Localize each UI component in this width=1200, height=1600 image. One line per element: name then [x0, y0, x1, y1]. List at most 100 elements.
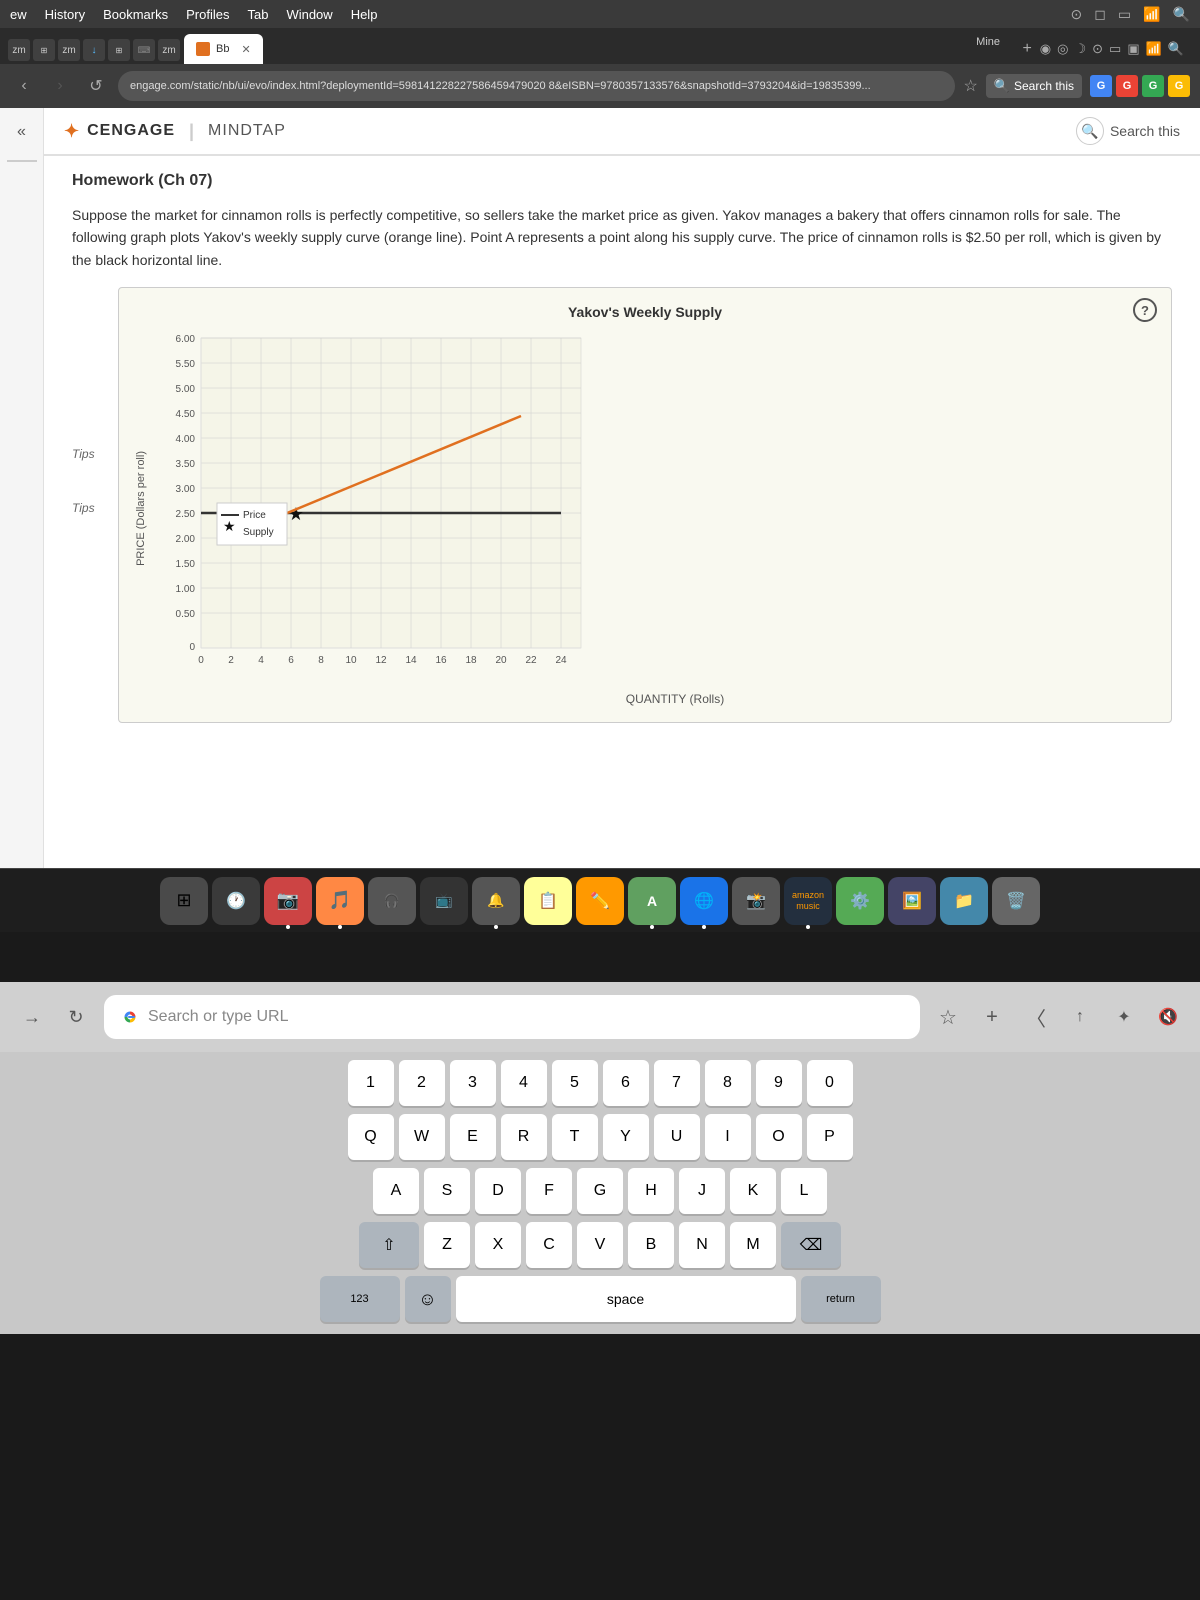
- g-icon-4[interactable]: G: [1168, 75, 1190, 97]
- question-mark-button[interactable]: ?: [1133, 298, 1157, 322]
- search-this-button[interactable]: 🔍 Search this: [986, 74, 1082, 98]
- bookmark-tab-2[interactable]: ⊞: [33, 39, 55, 61]
- browser-action-2[interactable]: ◎: [1057, 41, 1068, 57]
- key-q[interactable]: Q: [348, 1114, 394, 1160]
- bookmark-tab-4[interactable]: ↓: [83, 39, 105, 61]
- dock-unknown2[interactable]: 🖼️: [888, 877, 936, 925]
- key-k[interactable]: K: [730, 1168, 776, 1214]
- forward-button[interactable]: ›: [46, 72, 74, 100]
- browser-action-3[interactable]: ⊙: [1092, 41, 1103, 57]
- bottom-refresh-btn[interactable]: ↻: [60, 1001, 92, 1033]
- reload-button[interactable]: ↺: [82, 72, 110, 100]
- bookmark-tab-6[interactable]: ⌨: [133, 39, 155, 61]
- dock-unknown1[interactable]: ⚙️: [836, 877, 884, 925]
- key-7[interactable]: 7: [654, 1060, 700, 1106]
- g-icon-3[interactable]: G: [1142, 75, 1164, 97]
- key-d[interactable]: D: [475, 1168, 521, 1214]
- search-header-button[interactable]: 🔍 Search this: [1076, 117, 1180, 145]
- dock-recents[interactable]: 🕐: [212, 877, 260, 925]
- key-return[interactable]: return: [801, 1276, 881, 1322]
- key-w[interactable]: W: [399, 1114, 445, 1160]
- dock-pencil[interactable]: ✏️: [576, 877, 624, 925]
- bottom-add-btn[interactable]: +: [976, 1001, 1008, 1033]
- menu-item-tab[interactable]: Tab: [247, 7, 268, 22]
- key-delete[interactable]: ⌫: [781, 1222, 841, 1268]
- dock-folder[interactable]: 📁: [940, 877, 988, 925]
- key-1[interactable]: 1: [348, 1060, 394, 1106]
- search-bar-icon[interactable]: 🔍: [1168, 41, 1184, 57]
- key-i[interactable]: I: [705, 1114, 751, 1160]
- dock-notes[interactable]: 📋: [524, 877, 572, 925]
- bottom-mute-btn[interactable]: 🔇: [1152, 1001, 1184, 1033]
- key-h[interactable]: H: [628, 1168, 674, 1214]
- bookmark-tab-1[interactable]: zm: [8, 39, 30, 61]
- bottom-back-btn[interactable]: →: [16, 1001, 48, 1033]
- dock-appletv[interactable]: 📺: [420, 877, 468, 925]
- key-9[interactable]: 9: [756, 1060, 802, 1106]
- key-x[interactable]: X: [475, 1222, 521, 1268]
- tips-label-2[interactable]: Tips: [72, 501, 108, 515]
- dock-headphone[interactable]: 🎧: [368, 877, 416, 925]
- key-b[interactable]: B: [628, 1222, 674, 1268]
- browser-action-1[interactable]: ◉: [1040, 41, 1051, 57]
- dock-camera[interactable]: 📸: [732, 877, 780, 925]
- dock-text[interactable]: A: [628, 877, 676, 925]
- key-space[interactable]: space: [456, 1276, 796, 1322]
- key-u[interactable]: U: [654, 1114, 700, 1160]
- menu-item-ew[interactable]: ew: [10, 7, 27, 22]
- dock-amazon-music[interactable]: amazonmusic: [784, 877, 832, 925]
- search-menu-icon[interactable]: 🔍: [1173, 6, 1190, 23]
- bookmark-tab-3[interactable]: zm: [58, 39, 80, 61]
- dock-launchpad[interactable]: ⊞: [160, 877, 208, 925]
- bookmark-star-icon[interactable]: ☆: [963, 76, 977, 96]
- back-button[interactable]: ‹: [10, 72, 38, 100]
- key-6[interactable]: 6: [603, 1060, 649, 1106]
- key-a[interactable]: A: [373, 1168, 419, 1214]
- bottom-back2-btn[interactable]: 〈: [1020, 1001, 1052, 1033]
- key-o[interactable]: O: [756, 1114, 802, 1160]
- sidebar-toggle[interactable]: «: [6, 116, 38, 148]
- key-t[interactable]: T: [552, 1114, 598, 1160]
- key-3[interactable]: 3: [450, 1060, 496, 1106]
- key-s[interactable]: S: [424, 1168, 470, 1214]
- key-r[interactable]: R: [501, 1114, 547, 1160]
- dock-notifications[interactable]: 🔔: [472, 877, 520, 925]
- active-tab[interactable]: Bb ✕: [184, 34, 263, 64]
- menu-item-window[interactable]: Window: [286, 7, 332, 22]
- key-0[interactable]: 0: [807, 1060, 853, 1106]
- bottom-search-bar[interactable]: Search or type URL: [104, 995, 920, 1039]
- menu-item-bookmarks[interactable]: Bookmarks: [103, 7, 168, 22]
- bookmark-tab-5[interactable]: ⊞: [108, 39, 130, 61]
- key-e[interactable]: E: [450, 1114, 496, 1160]
- key-8[interactable]: 8: [705, 1060, 751, 1106]
- key-n[interactable]: N: [679, 1222, 725, 1268]
- key-emoji[interactable]: ☺: [405, 1276, 451, 1322]
- bottom-settings-btn[interactable]: ✦: [1108, 1001, 1140, 1033]
- key-shift[interactable]: ⇧: [359, 1222, 419, 1268]
- browser-action-5[interactable]: ▣: [1127, 41, 1139, 57]
- key-g[interactable]: G: [577, 1168, 623, 1214]
- dock-safari[interactable]: 🌐: [680, 877, 728, 925]
- dock-photos[interactable]: 📷: [264, 877, 312, 925]
- menu-item-history[interactable]: History: [45, 7, 85, 22]
- bookmark-tab-7[interactable]: zm: [158, 39, 180, 61]
- g-icon-2[interactable]: G: [1116, 75, 1138, 97]
- new-tab-btn[interactable]: +: [1022, 40, 1031, 58]
- menu-item-profiles[interactable]: Profiles: [186, 7, 229, 22]
- key-j[interactable]: J: [679, 1168, 725, 1214]
- bottom-star-btn[interactable]: ☆: [932, 1001, 964, 1033]
- key-5[interactable]: 5: [552, 1060, 598, 1106]
- dock-music[interactable]: 🎵: [316, 877, 364, 925]
- browser-action-4[interactable]: ▭: [1109, 41, 1121, 57]
- menu-item-help[interactable]: Help: [351, 7, 378, 22]
- tab-close[interactable]: ✕: [241, 43, 250, 56]
- g-icon-1[interactable]: G: [1090, 75, 1112, 97]
- key-numbers[interactable]: 123: [320, 1276, 400, 1322]
- key-4[interactable]: 4: [501, 1060, 547, 1106]
- moon-icon[interactable]: ☽: [1074, 41, 1086, 57]
- dock-trash[interactable]: 🗑️: [992, 877, 1040, 925]
- key-v[interactable]: V: [577, 1222, 623, 1268]
- key-f[interactable]: F: [526, 1168, 572, 1214]
- key-z[interactable]: Z: [424, 1222, 470, 1268]
- key-c[interactable]: C: [526, 1222, 572, 1268]
